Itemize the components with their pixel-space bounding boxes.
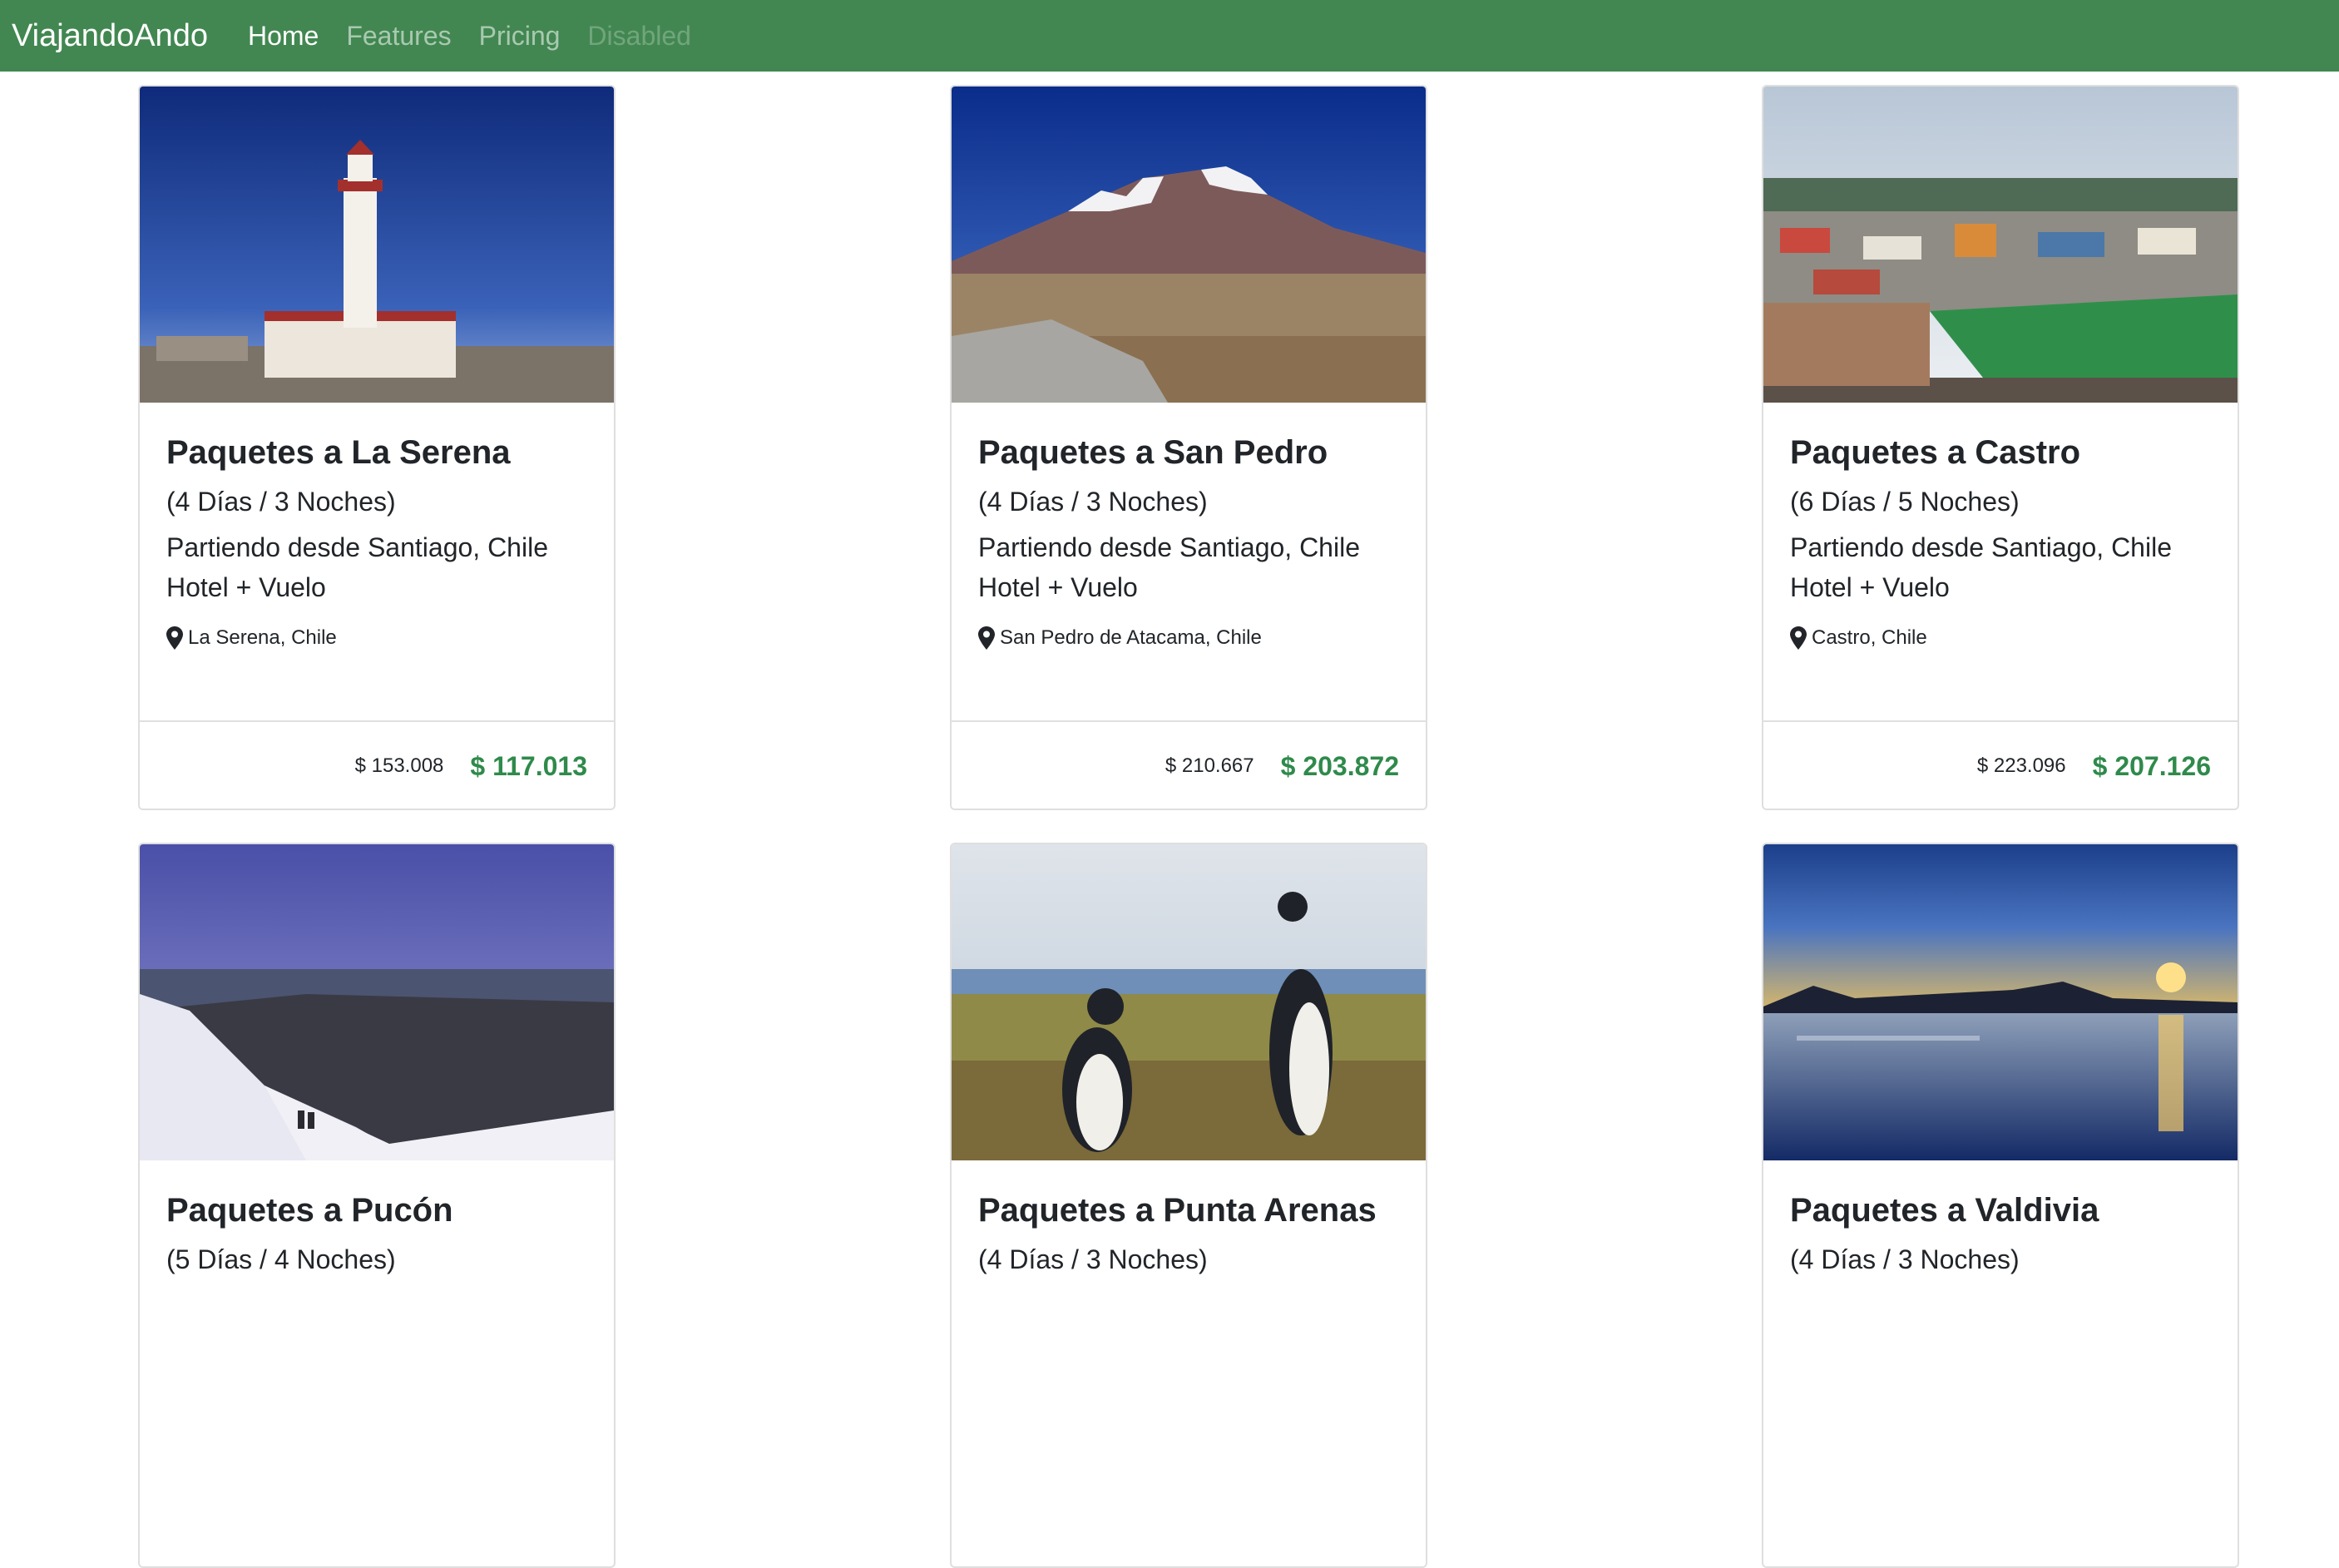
nav-home[interactable]: Home <box>248 21 319 52</box>
location-label: Castro, Chile <box>1812 626 1927 650</box>
map-pin-icon <box>1790 626 1807 650</box>
card-duration: (4 Días / 3 Noches) <box>978 1244 1208 1274</box>
package-card[interactable]: Paquetes a San Pedro (4 Días / 3 Noches)… <box>950 85 1427 810</box>
card-title: Paquetes a Punta Arenas <box>978 1192 1377 1229</box>
current-price: $ 207.126 <box>2092 750 2211 781</box>
card-location: La Serena, Chile <box>166 626 587 650</box>
package-card[interactable]: Paquetes a Castro (6 Días / 5 Noches) Pa… <box>1762 85 2239 810</box>
desert-volcano-image <box>952 87 1426 403</box>
brand-logo[interactable]: ViajandoAndo <box>12 18 208 54</box>
map-pin-icon <box>978 626 995 650</box>
lighthouse-image <box>140 87 614 403</box>
old-price: $ 153.008 <box>354 754 444 777</box>
old-price: $ 223.096 <box>1976 754 2066 777</box>
card-duration: (4 Días / 3 Noches) <box>1790 1244 2020 1274</box>
old-price: $ 210.667 <box>1165 754 1254 777</box>
card-includes: Hotel + Vuelo <box>1790 572 1950 603</box>
card-duration: (4 Días / 3 Noches) <box>978 487 1208 517</box>
card-footer: $ 153.008 $ 117.013 <box>140 720 614 809</box>
card-location: San Pedro de Atacama, Chile <box>978 626 1399 650</box>
card-title: Paquetes a Pucón <box>166 1192 453 1229</box>
current-price: $ 203.872 <box>1280 750 1399 781</box>
location-label: San Pedro de Atacama, Chile <box>1000 626 1262 650</box>
card-duration: (5 Días / 4 Noches) <box>166 1244 396 1274</box>
card-title: Paquetes a Castro <box>1790 434 2081 471</box>
penguins-image <box>952 844 1426 1160</box>
card-includes: Hotel + Vuelo <box>166 572 326 603</box>
nav-pricing[interactable]: Pricing <box>479 21 561 52</box>
package-card[interactable]: Paquetes a Pucón (5 Días / 4 Noches) <box>138 843 616 1568</box>
current-price: $ 117.013 <box>470 750 587 781</box>
card-includes: Hotel + Vuelo <box>978 572 1138 603</box>
package-card[interactable]: Paquetes a Valdivia (4 Días / 3 Noches) <box>1762 843 2239 1568</box>
nav-features[interactable]: Features <box>346 21 451 52</box>
location-label: La Serena, Chile <box>188 626 337 650</box>
card-duration: (4 Días / 3 Noches) <box>166 487 396 517</box>
card-footer: $ 210.667 $ 203.872 <box>952 720 1426 809</box>
card-title: Paquetes a La Serena <box>166 434 511 471</box>
sunset-lake-image <box>1763 844 2238 1160</box>
card-departure: Partiendo desde Santiago, Chile <box>166 532 548 563</box>
card-departure: Partiendo desde Santiago, Chile <box>978 532 1360 563</box>
package-card[interactable]: Paquetes a Punta Arenas (4 Días / 3 Noch… <box>950 843 1427 1568</box>
card-departure: Partiendo desde Santiago, Chile <box>1790 532 2172 563</box>
navbar: ViajandoAndo Home Features Pricing Disab… <box>0 0 2339 72</box>
card-footer: $ 223.096 $ 207.126 <box>1763 720 2238 809</box>
package-card[interactable]: Paquetes a La Serena (4 Días / 3 Noches)… <box>138 85 616 810</box>
map-pin-icon <box>166 626 183 650</box>
town-stadium-image <box>1763 87 2238 403</box>
card-title: Paquetes a San Pedro <box>978 434 1328 471</box>
card-title: Paquetes a Valdivia <box>1790 1192 2099 1229</box>
snowy-mountain-image <box>140 844 614 1160</box>
nav-disabled: Disabled <box>587 20 691 51</box>
card-location: Castro, Chile <box>1790 626 2211 650</box>
card-duration: (6 Días / 5 Noches) <box>1790 487 2020 517</box>
